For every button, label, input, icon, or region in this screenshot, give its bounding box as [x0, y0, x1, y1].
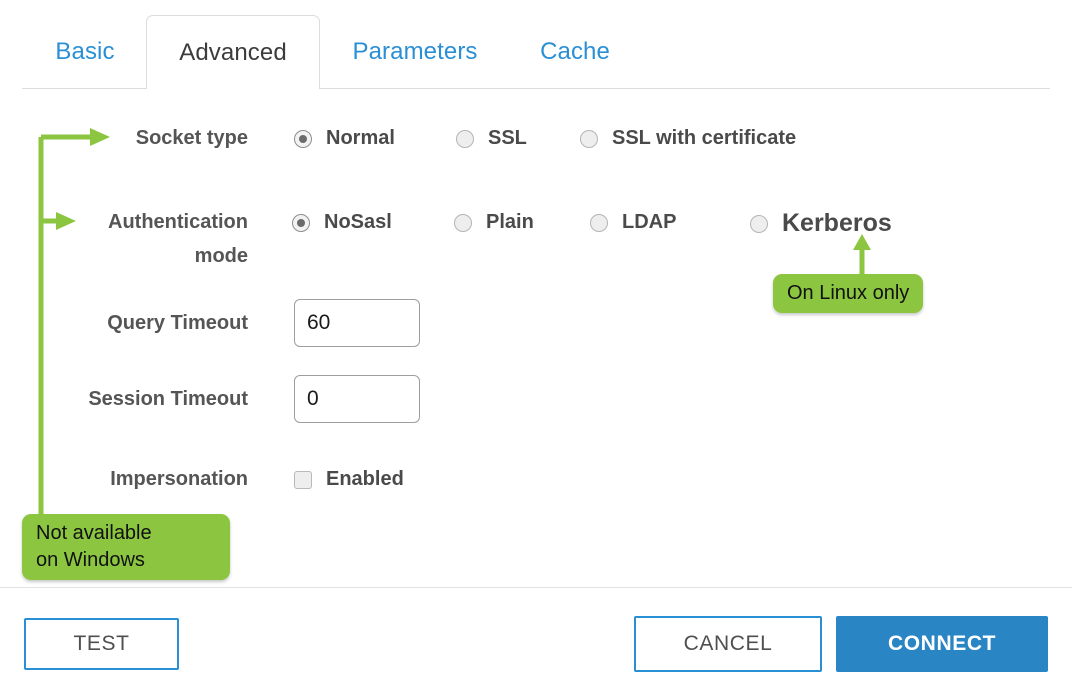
radio-socket-ssl-certificate[interactable]: SSL with certificate — [580, 127, 796, 150]
authentication-mode-label-line2: mode — [194, 245, 248, 267]
tab-basic-label: Basic — [55, 38, 115, 65]
tab-advanced[interactable]: Advanced — [146, 15, 320, 89]
cancel-button-label: CANCEL — [683, 632, 773, 655]
checkbox-impersonation-enabled[interactable]: Enabled — [294, 468, 404, 491]
radio-indicator-ssl-certificate — [580, 129, 598, 148]
radio-indicator-ldap — [590, 213, 608, 232]
query-timeout-input[interactable] — [294, 299, 420, 347]
radio-indicator-nosasl — [292, 213, 310, 232]
tab-parameters[interactable]: Parameters — [320, 15, 510, 89]
test-button[interactable]: TEST — [24, 618, 179, 670]
radio-label-ssl-certificate: SSL with certificate — [612, 127, 797, 149]
radio-label-ssl: SSL — [488, 127, 527, 149]
radio-indicator-ssl — [456, 129, 474, 148]
tab-basic[interactable]: Basic — [24, 15, 146, 89]
authentication-mode-label-line1: Authentication — [108, 211, 248, 233]
tab-bar: Basic Advanced Parameters Cache — [0, 0, 1072, 89]
test-button-label: TEST — [73, 632, 130, 655]
tab-cache[interactable]: Cache — [510, 15, 640, 89]
advanced-settings-panel: Socket type Normal SSL SSL with certific… — [0, 89, 1072, 587]
socket-type-label: Socket type — [135, 127, 248, 149]
tab-cache-label: Cache — [540, 38, 610, 65]
radio-auth-plain[interactable]: Plain — [454, 211, 534, 234]
authentication-mode-label: Authentication mode — [0, 205, 248, 273]
footer-divider — [0, 587, 1072, 588]
radio-indicator-normal — [294, 129, 312, 148]
query-timeout-label: Query Timeout — [107, 312, 248, 334]
tab-advanced-label: Advanced — [179, 38, 287, 66]
connection-settings-dialog: Basic Advanced Parameters Cache Socket t… — [0, 0, 1072, 696]
radio-label-ldap: LDAP — [622, 211, 677, 233]
connect-button-label: CONNECT — [887, 632, 997, 655]
radio-indicator-kerberos — [750, 214, 768, 233]
radio-indicator-plain — [454, 213, 472, 232]
cancel-button[interactable]: CANCEL — [634, 616, 822, 672]
radio-label-plain: Plain — [486, 211, 534, 233]
checkbox-label-enabled: Enabled — [326, 468, 404, 490]
radio-auth-kerberos[interactable]: Kerberos — [750, 209, 892, 238]
session-timeout-label: Session Timeout — [88, 388, 248, 410]
radio-label-kerberos: Kerberos — [782, 209, 892, 237]
tab-parameters-label: Parameters — [352, 38, 478, 65]
session-timeout-input[interactable] — [294, 375, 420, 423]
radio-label-nosasl: NoSasl — [324, 211, 392, 233]
connect-button[interactable]: CONNECT — [836, 616, 1048, 672]
radio-socket-ssl[interactable]: SSL — [456, 127, 527, 150]
radio-label-normal: Normal — [326, 127, 395, 149]
checkbox-indicator-enabled — [294, 470, 312, 489]
radio-auth-nosasl[interactable]: NoSasl — [292, 211, 392, 234]
radio-socket-normal[interactable]: Normal — [294, 127, 395, 150]
radio-auth-ldap[interactable]: LDAP — [590, 211, 676, 234]
impersonation-label: Impersonation — [110, 468, 248, 490]
